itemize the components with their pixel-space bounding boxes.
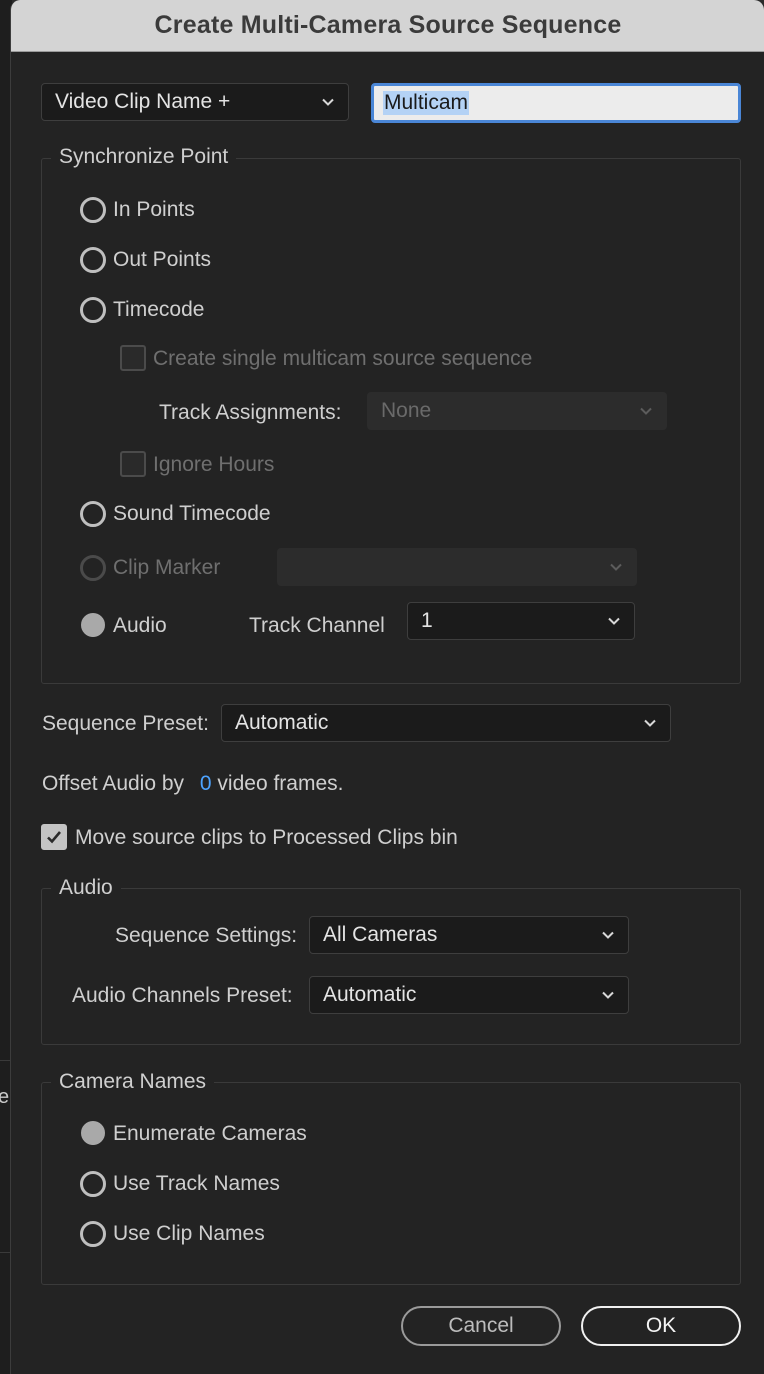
chevron-down-icon [322, 98, 334, 106]
sequence-name-value: Multicam [383, 91, 470, 115]
track-channel-select[interactable]: 1 [407, 602, 635, 640]
chevron-down-icon [610, 563, 622, 571]
in-points-label[interactable]: In Points [113, 198, 195, 222]
single-sequence-label[interactable]: Create single multicam source sequence [153, 347, 532, 371]
in-points-radio[interactable] [80, 197, 106, 223]
move-clips-label[interactable]: Move source clips to Processed Clips bin [75, 826, 458, 850]
audio-legend: Audio [51, 876, 121, 900]
track-assignments-label: Track Assignments: [159, 401, 342, 424]
single-sequence-checkbox[interactable] [120, 345, 146, 371]
checkmark-icon [47, 831, 61, 844]
audio-channels-preset-value: Automatic [323, 983, 417, 1006]
clip-marker-radio[interactable] [80, 555, 106, 581]
track-channel-label: Track Channel [249, 614, 385, 637]
enumerate-cameras-radio[interactable] [81, 1121, 105, 1145]
sequence-preset-value: Automatic [235, 711, 329, 734]
move-clips-checkbox[interactable] [41, 824, 67, 850]
name-mode-select[interactable]: Video Clip Name + [41, 83, 349, 121]
use-track-names-radio[interactable] [80, 1171, 106, 1197]
multicam-dialog: Create Multi-Camera Source Sequence Vide… [10, 0, 764, 1374]
chevron-down-icon [608, 617, 620, 625]
use-clip-names-label[interactable]: Use Clip Names [113, 1222, 265, 1246]
cancel-button[interactable]: Cancel [401, 1306, 561, 1346]
offset-audio-value[interactable]: 0 [200, 772, 212, 795]
use-clip-names-radio[interactable] [80, 1221, 106, 1247]
offset-audio-prefix: Offset Audio by [42, 772, 185, 795]
sound-timecode-radio[interactable] [80, 501, 106, 527]
sequence-preset-select[interactable]: Automatic [221, 704, 671, 742]
name-mode-value: Video Clip Name + [55, 90, 231, 113]
background-text-fragment: e [0, 1086, 10, 1108]
sequence-settings-label: Sequence Settings: [115, 924, 298, 947]
chevron-down-icon [644, 719, 656, 727]
offset-audio-suffix: video frames. [217, 772, 344, 795]
track-channel-value: 1 [421, 609, 433, 632]
timecode-radio[interactable] [80, 297, 106, 323]
synchronize-point-legend: Synchronize Point [51, 145, 237, 169]
audio-sync-radio[interactable] [81, 613, 105, 637]
sound-timecode-label[interactable]: Sound Timecode [113, 502, 271, 526]
sequence-name-input[interactable]: Multicam [371, 83, 741, 123]
enumerate-cameras-label[interactable]: Enumerate Cameras [113, 1122, 307, 1146]
clip-marker-label[interactable]: Clip Marker [113, 556, 220, 580]
chevron-down-icon [602, 931, 614, 939]
dialog-title-bar[interactable]: Create Multi-Camera Source Sequence [11, 0, 764, 52]
ok-button[interactable]: OK [581, 1306, 741, 1346]
timecode-label[interactable]: Timecode [113, 298, 204, 322]
camera-names-legend: Camera Names [51, 1070, 215, 1094]
offset-audio-row: Offset Audio by 0 video frames. [42, 772, 343, 796]
out-points-radio[interactable] [80, 247, 106, 273]
dialog-title: Create Multi-Camera Source Sequence [154, 11, 622, 39]
ignore-hours-checkbox[interactable] [120, 451, 146, 477]
track-assignments-value: None [381, 399, 432, 422]
sequence-settings-value: All Cameras [323, 923, 438, 946]
clip-marker-select[interactable] [277, 548, 637, 586]
audio-sync-label[interactable]: Audio [113, 614, 167, 638]
chevron-down-icon [640, 407, 652, 415]
sequence-settings-select[interactable]: All Cameras [309, 916, 629, 954]
ignore-hours-label[interactable]: Ignore Hours [153, 453, 274, 477]
audio-group [41, 888, 741, 1045]
out-points-label[interactable]: Out Points [113, 248, 211, 272]
use-track-names-label[interactable]: Use Track Names [113, 1172, 280, 1196]
track-assignments-select[interactable]: None [367, 392, 667, 430]
audio-channels-preset-select[interactable]: Automatic [309, 976, 629, 1014]
audio-channels-preset-label: Audio Channels Preset: [72, 984, 293, 1007]
chevron-down-icon [602, 991, 614, 999]
sequence-preset-label: Sequence Preset: [42, 712, 209, 735]
